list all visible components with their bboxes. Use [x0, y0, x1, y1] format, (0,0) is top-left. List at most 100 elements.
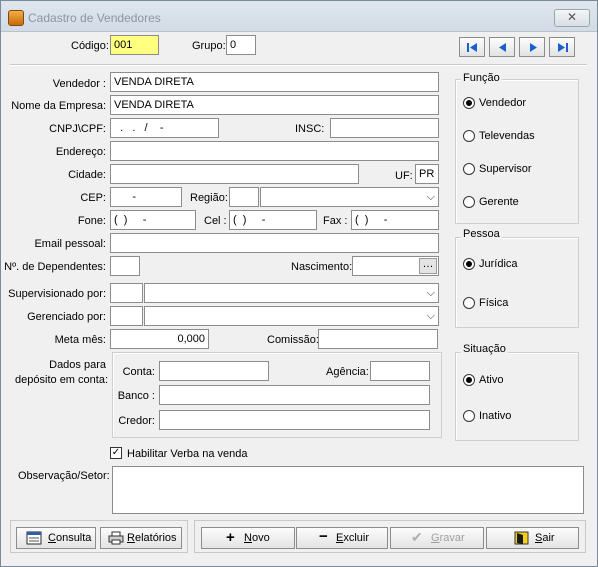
email-field[interactable] — [110, 233, 439, 253]
cel-label: Cel : — [204, 215, 227, 227]
gerenciado-label: Gerenciado por: — [27, 311, 106, 323]
supervisionado-label: Supervisionado por: — [8, 288, 106, 300]
cep-field[interactable]: - — [110, 187, 182, 207]
date-picker-button[interactable]: … — [419, 258, 437, 274]
funcao-gerente-label: Gerente — [479, 196, 519, 208]
funcao-vendedor-radio[interactable] — [463, 97, 475, 109]
deposito-label-line2: depósito em conta: — [15, 374, 108, 386]
obs-label: Observação/Setor: — [18, 470, 110, 482]
cidade-field[interactable] — [110, 164, 359, 184]
next-record-icon — [530, 43, 537, 52]
uf-field[interactable]: PR — [415, 164, 439, 184]
supervisionado-code-field[interactable] — [110, 283, 143, 303]
chevron-down-icon: ⌵ — [426, 287, 435, 299]
close-button[interactable]: ✕ — [554, 9, 590, 27]
uf-label: UF: — [395, 170, 413, 182]
chevron-down-icon: ⌵ — [426, 310, 435, 322]
situacao-inativo-radio[interactable] — [463, 410, 475, 422]
meta-field[interactable]: 0,000 — [110, 329, 209, 349]
first-record-button[interactable] — [459, 37, 485, 57]
codigo-field[interactable]: 001 — [110, 35, 159, 55]
situacao-inativo-label: Inativo — [479, 410, 512, 422]
pessoa-juridica-label: Jurídica — [479, 258, 518, 270]
relatorios-button[interactable]: Relatórios — [100, 527, 182, 549]
comissao-field[interactable] — [318, 329, 438, 349]
first-record-icon — [467, 43, 477, 52]
endereco-field[interactable] — [110, 141, 439, 161]
situacao-ativo-radio[interactable] — [463, 374, 475, 386]
cidade-label: Cidade: — [68, 169, 106, 181]
plus-icon: + — [226, 529, 235, 546]
cel-field[interactable]: ( ) - — [229, 210, 317, 230]
pessoa-title: Pessoa — [461, 228, 502, 240]
next-record-button[interactable] — [519, 37, 545, 57]
pessoa-juridica-radio[interactable] — [463, 258, 475, 270]
funcao-televendas-radio[interactable] — [463, 130, 475, 142]
empresa-label: Nome da Empresa: — [11, 100, 106, 112]
cnpj-label: CNPJ\CPF: — [49, 123, 106, 135]
consulta-label: Consulta — [48, 532, 92, 544]
nascimento-field[interactable]: / / … — [352, 256, 439, 276]
funcao-televendas-label: Televendas — [479, 130, 535, 142]
nascimento-label: Nascimento: — [291, 261, 353, 273]
previous-record-icon — [499, 43, 506, 52]
supervisionado-select[interactable]: ⌵ — [144, 283, 439, 303]
relatorios-label: Relatórios — [127, 532, 177, 544]
situacao-title: Situação — [461, 343, 508, 355]
exit-door-icon — [514, 531, 529, 545]
novo-button[interactable]: + Novo — [201, 527, 295, 549]
printer-icon — [108, 531, 124, 545]
excluir-button[interactable]: − Excluir — [296, 527, 388, 549]
funcao-title: Função — [461, 72, 502, 84]
vendedor-field[interactable]: VENDA DIRETA — [110, 72, 439, 92]
consulta-button[interactable]: Consulta — [16, 527, 96, 549]
pessoa-group — [455, 237, 579, 328]
grupo-label: Grupo: — [192, 40, 226, 52]
sair-button[interactable]: Sair — [486, 527, 579, 549]
conta-field[interactable] — [159, 361, 269, 381]
banco-label: Banco : — [117, 390, 155, 402]
funcao-gerente-radio[interactable] — [463, 196, 475, 208]
agencia-field[interactable] — [370, 361, 430, 381]
window-title: Cadastro de Vendedores — [28, 11, 161, 25]
last-record-button[interactable] — [549, 37, 575, 57]
chevron-down-icon: ⌵ — [426, 191, 435, 203]
gravar-button[interactable]: ✔ Gravar — [390, 527, 484, 549]
vendedor-label: Vendedor : — [52, 78, 106, 90]
obs-textarea[interactable] — [112, 466, 584, 514]
fone-label: Fone: — [77, 215, 106, 227]
verba-label: Habilitar Verba na venda — [127, 448, 248, 460]
cnpj-field[interactable]: . . / - — [110, 118, 219, 138]
novo-label: Novo — [244, 532, 270, 544]
consulta-icon — [26, 531, 42, 545]
app-icon — [8, 10, 24, 26]
deposito-label-line1: Dados para — [49, 359, 106, 371]
funcao-vendedor-label: Vendedor — [479, 97, 527, 109]
email-label: Email pessoal: — [34, 238, 106, 250]
fone-field[interactable]: ( ) - — [110, 210, 196, 230]
dependentes-label: Nº. de Dependentes: — [4, 261, 106, 273]
gerenciado-select[interactable]: ⌵ — [144, 306, 439, 326]
verba-checkbox[interactable]: ✓ — [110, 447, 122, 459]
meta-label: Meta mês: — [54, 334, 106, 346]
gerenciado-code-field[interactable] — [110, 306, 143, 326]
empresa-field[interactable]: VENDA DIRETA — [110, 95, 439, 115]
comissao-label: Comissão: — [267, 334, 319, 346]
insc-field[interactable] — [330, 118, 439, 138]
credor-field[interactable] — [159, 410, 430, 430]
minus-icon: − — [319, 528, 328, 545]
regiao-select[interactable]: ⌵ — [260, 187, 439, 207]
regiao-code-field[interactable] — [229, 187, 259, 207]
codigo-label: Código: — [71, 40, 109, 52]
cadastro-vendedores-window: Cadastro de Vendedores ✕ Código: 001 Gru… — [0, 0, 598, 567]
previous-record-button[interactable] — [489, 37, 515, 57]
banco-field[interactable] — [159, 385, 430, 405]
last-record-icon — [558, 43, 568, 52]
funcao-supervisor-radio[interactable] — [463, 163, 475, 175]
dependentes-field[interactable] — [110, 256, 140, 276]
pessoa-fisica-label: Física — [479, 297, 509, 309]
fax-field[interactable]: ( ) - — [351, 210, 439, 230]
cep-label: CEP: — [80, 192, 106, 204]
pessoa-fisica-radio[interactable] — [463, 297, 475, 309]
grupo-field[interactable]: 0 — [226, 35, 256, 55]
